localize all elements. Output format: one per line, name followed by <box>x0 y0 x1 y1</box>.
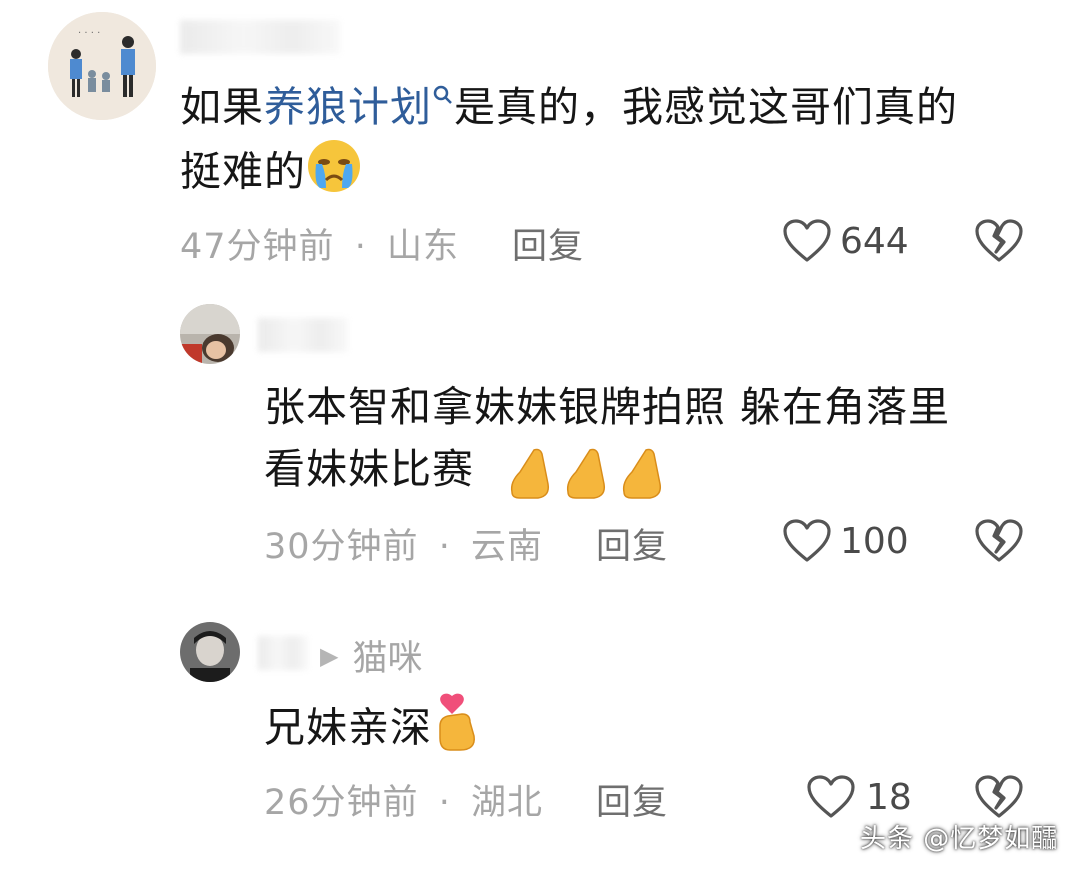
broken-heart-icon <box>975 519 1023 562</box>
reply-button[interactable]: 回复 <box>596 518 668 569</box>
comment-text-rest: 是真的，我感觉这哥们真的 <box>454 83 958 131</box>
broken-heart-icon <box>975 775 1023 818</box>
crying-face-icon <box>306 138 362 211</box>
like-count: 18 <box>866 776 912 818</box>
finger-heart-icon <box>432 692 484 769</box>
like-button[interactable]: 18 <box>806 772 912 822</box>
avatar[interactable] <box>180 304 240 364</box>
comment-time: 26分钟前 <box>264 783 419 823</box>
heart-icon <box>783 219 831 262</box>
comment-text-line2: 挺难的 <box>180 147 306 196</box>
comment-time: 30分钟前 <box>264 527 419 567</box>
heart-icon <box>783 519 831 562</box>
reply-to-indicator: ▶ 猫咪 <box>320 630 422 681</box>
comment-location: 山东 <box>386 227 459 267</box>
pinched-fingers-icon <box>510 448 662 499</box>
avatar[interactable] <box>180 622 240 682</box>
reply-button[interactable]: 回复 <box>596 774 668 825</box>
comment-text-line2: 看妹妹比赛 <box>264 445 474 493</box>
username-blurred[interactable] <box>258 636 308 670</box>
svg-text:· · · ·: · · · · <box>78 28 100 39</box>
comment-text: 如果养狼计划 是真的，我感觉这哥们真的 挺难的 <box>180 76 1040 211</box>
avatar[interactable]: · · · · <box>48 12 156 120</box>
dislike-button[interactable] <box>974 774 1024 824</box>
broken-heart-icon <box>975 219 1023 262</box>
comment-text: 兄妹亲深 <box>264 692 484 769</box>
like-button[interactable]: 100 <box>782 516 909 566</box>
reply-to-username[interactable]: 猫咪 <box>352 630 422 681</box>
comment-time: 47分钟前 <box>180 227 335 267</box>
like-count: 644 <box>840 220 909 262</box>
username-blurred[interactable] <box>180 20 340 54</box>
comment-meta: 26分钟前 · 湖北 <box>264 774 543 825</box>
comment-meta: 30分钟前 · 云南 <box>264 518 543 569</box>
meta-separator: · <box>438 527 451 567</box>
reply-button[interactable]: 回复 <box>512 218 584 269</box>
comment-text-line1: 张本智和拿妹妹银牌拍照 躲在角落里 <box>264 383 951 431</box>
comment-location: 云南 <box>470 527 543 567</box>
heart-icon <box>807 775 855 818</box>
comment-text-body: 兄妹亲深 <box>264 703 432 752</box>
like-button[interactable]: 644 <box>782 216 909 266</box>
comment-text-prefix: 如果 <box>180 83 264 131</box>
comment-location: 湖北 <box>470 783 543 823</box>
pinched-fingers-emojis <box>506 445 678 499</box>
username-blurred[interactable] <box>258 318 348 352</box>
comment-meta: 47分钟前 · 山东 <box>180 218 459 269</box>
watermark: 头条 @忆梦如醽 <box>860 824 1059 854</box>
dislike-button[interactable] <box>974 218 1024 268</box>
search-icon <box>433 85 452 104</box>
comment-text: 张本智和拿妹妹银牌拍照 躲在角落里 看妹妹比赛 <box>264 376 1044 500</box>
like-count: 100 <box>840 520 909 562</box>
search-topic-link[interactable]: 养狼计划 <box>264 83 454 131</box>
meta-separator: · <box>354 227 367 267</box>
play-arrow-icon: ▶ <box>320 641 339 670</box>
meta-separator: · <box>438 783 451 823</box>
dislike-button[interactable] <box>974 518 1024 568</box>
